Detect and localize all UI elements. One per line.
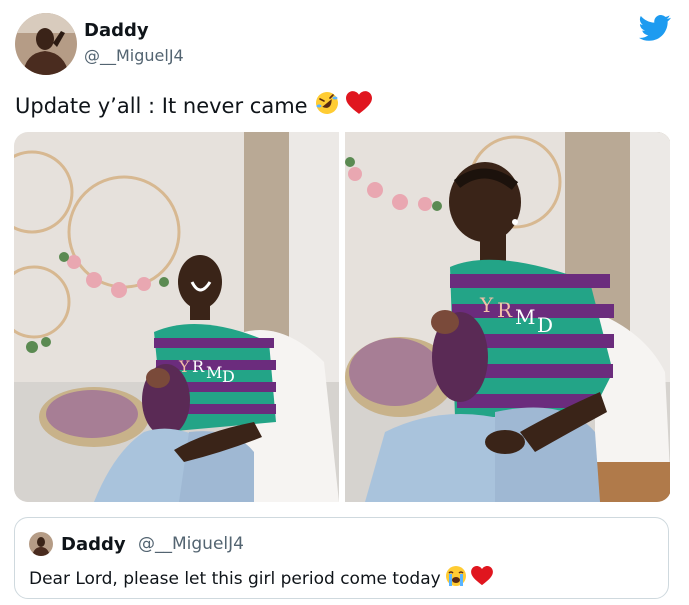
quote-user-handle: @__MiguelJ4: [138, 534, 244, 554]
photo-right[interactable]: Y R M D: [345, 132, 670, 502]
red-heart-icon: [470, 566, 493, 591]
svg-text:R: R: [497, 298, 513, 322]
svg-text:Y: Y: [479, 293, 494, 317]
rolling-on-floor-laughing-icon: [314, 90, 340, 121]
svg-text:R: R: [192, 357, 205, 376]
media-grid[interactable]: Y R M D Y R M D: [14, 132, 671, 502]
avatar[interactable]: [15, 13, 77, 75]
quote-avatar: [29, 532, 53, 556]
quoted-tweet[interactable]: Daddy @__MiguelJ4 Dear Lord, please let …: [14, 517, 669, 599]
svg-text:M: M: [515, 305, 535, 329]
svg-text:D: D: [222, 367, 235, 386]
tweet-text: Update y’all : It never came: [15, 90, 372, 121]
red-heart-icon: [345, 91, 372, 120]
quote-text: Dear Lord, please let this girl period c…: [29, 565, 493, 592]
user-handle[interactable]: @__MiguelJ4: [84, 46, 184, 65]
twitter-bird-icon: [639, 14, 671, 42]
tweet-text-content: Update y’all : It never came: [15, 93, 308, 118]
svg-text:D: D: [537, 313, 553, 337]
quote-text-content: Dear Lord, please let this girl period c…: [29, 568, 441, 589]
quote-display-name: Daddy: [61, 534, 126, 555]
svg-text:M: M: [206, 363, 222, 382]
loudly-crying-face-icon: [445, 565, 467, 592]
display-name[interactable]: Daddy: [84, 20, 149, 41]
photo-left[interactable]: Y R M D: [14, 132, 339, 502]
